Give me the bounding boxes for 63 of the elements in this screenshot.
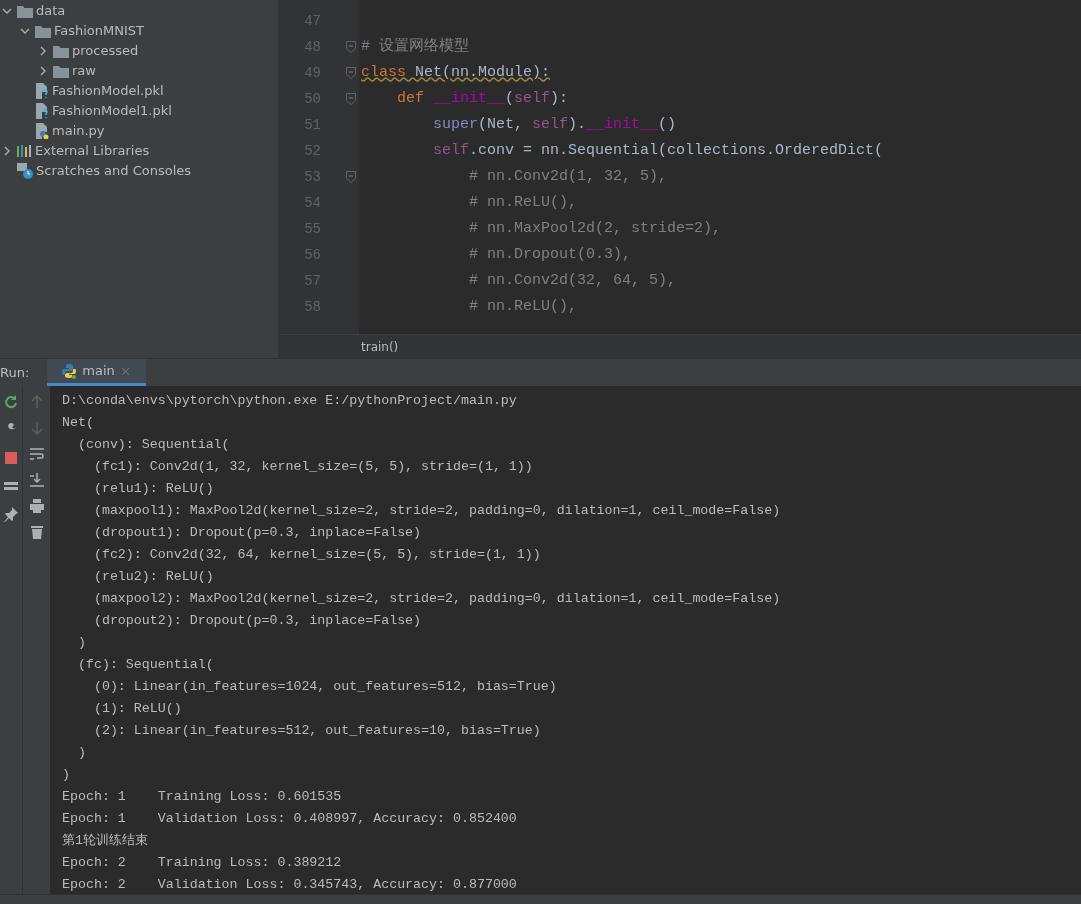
code-line: # nn.Conv2d(32, 64, 5), xyxy=(468,270,677,291)
code-line: # nn.Conv2d(1, 32, 5), xyxy=(468,166,668,187)
python-icon xyxy=(61,363,78,379)
tree-item[interactable]: main.py xyxy=(52,121,105,141)
console-line: Epoch: 1 Validation Loss: 0.408997, Accuracy: 0.852400 xyxy=(62,810,518,828)
scroll-to-end-icon[interactable] xyxy=(28,472,45,488)
code-line: # nn.ReLU(), xyxy=(468,192,578,213)
scratches-icon xyxy=(17,163,33,179)
console-line: D:\conda\envs\pytorch\python.exe E:/pythonProject/main.py xyxy=(62,392,518,410)
code-line: # nn.Dropout(0.3), xyxy=(468,244,632,265)
libraries-icon xyxy=(17,145,32,157)
tree-item[interactable]: FashionModel1.pkl xyxy=(52,101,172,121)
console-line: (conv): Sequential( xyxy=(76,436,231,454)
rerun-icon[interactable] xyxy=(3,394,19,410)
console-line: (maxpool1): MaxPool2d(kernel_size=2, stride=2, padding=0, dilation=1, ceil_mode=False) xyxy=(92,502,782,520)
console-line: (relu2): ReLU() xyxy=(92,568,215,586)
console-line: (relu1): ReLU() xyxy=(92,480,215,498)
console-line: Net( xyxy=(62,414,95,432)
pin-icon[interactable] xyxy=(3,506,19,522)
console-line: (fc): Sequential( xyxy=(76,656,215,674)
breadcrumb-item[interactable]: train() xyxy=(361,337,399,356)
stop-icon[interactable] xyxy=(3,450,19,466)
console-line: (1): ReLU() xyxy=(92,700,183,718)
console-line: Epoch: 2 Validation Loss: 0.345743, Accuracy: 0.877000 xyxy=(62,876,518,894)
folder-icon xyxy=(35,24,51,38)
code-line: self.conv = nn.Sequential(collections.OrderedDict( xyxy=(432,140,884,161)
soft-wrap-icon[interactable] xyxy=(28,446,45,462)
print-icon[interactable] xyxy=(28,498,45,514)
python-file-icon xyxy=(35,123,49,139)
run-tab[interactable]: main × xyxy=(47,359,146,386)
console-line: ) xyxy=(62,766,71,784)
code-line: def __init__(self): xyxy=(396,88,569,109)
code-line: super(Net, self).__init__() xyxy=(432,114,677,135)
tree-item[interactable]: FashionMNIST xyxy=(54,21,145,41)
run-label: Run: xyxy=(0,363,30,382)
tree-item[interactable]: raw xyxy=(72,61,96,81)
code-line: class Net(nn.Module): xyxy=(361,62,551,83)
tree-item[interactable]: External Libraries xyxy=(35,141,150,161)
console-line: (fc2): Conv2d(32, 64, kernel_size=(5, 5), stride=(1, 1)) xyxy=(92,546,542,564)
console-line: (0): Linear(in_features=1024, out_features=512, bias=True) xyxy=(92,678,558,696)
console-line: (dropout2): Dropout(p=0.3, inplace=False) xyxy=(92,612,423,630)
console-line: (fc1): Conv2d(1, 32, kernel_size=(5, 5), stride=(1, 1)) xyxy=(92,458,534,476)
unknown-file-icon xyxy=(35,103,49,119)
folder-icon xyxy=(53,64,69,78)
folder-icon xyxy=(17,4,33,18)
folder-icon xyxy=(53,44,69,58)
tree-item[interactable]: data xyxy=(36,1,66,21)
tree-item[interactable]: Scratches and Consoles xyxy=(36,161,192,181)
code-line: # 设置网络模型 xyxy=(361,36,469,57)
trash-icon[interactable] xyxy=(28,524,45,540)
code-line: # nn.MaxPool2d(2, stride=2), xyxy=(468,218,722,239)
console-line: (dropout1): Dropout(p=0.3, inplace=False) xyxy=(92,524,423,542)
console-line: Epoch: 1 Training Loss: 0.601535 xyxy=(62,788,343,806)
console-line: ) xyxy=(76,744,87,762)
unknown-file-icon xyxy=(35,83,49,99)
console-line: 第1轮训练结束 xyxy=(62,832,149,850)
console-line: (2): Linear(in_features=512, out_features=10, bias=True) xyxy=(92,722,542,740)
code-line: # nn.ReLU(), xyxy=(468,296,578,317)
tree-item[interactable]: processed xyxy=(72,41,139,61)
console-line: Epoch: 2 Training Loss: 0.389212 xyxy=(62,854,343,872)
console-line: ) xyxy=(76,634,87,652)
console-line: (maxpool2): MaxPool2d(kernel_size=2, stride=2, padding=0, dilation=1, ceil_mode=False) xyxy=(92,590,782,608)
tree-item[interactable]: FashionModel.pkl xyxy=(52,81,164,101)
